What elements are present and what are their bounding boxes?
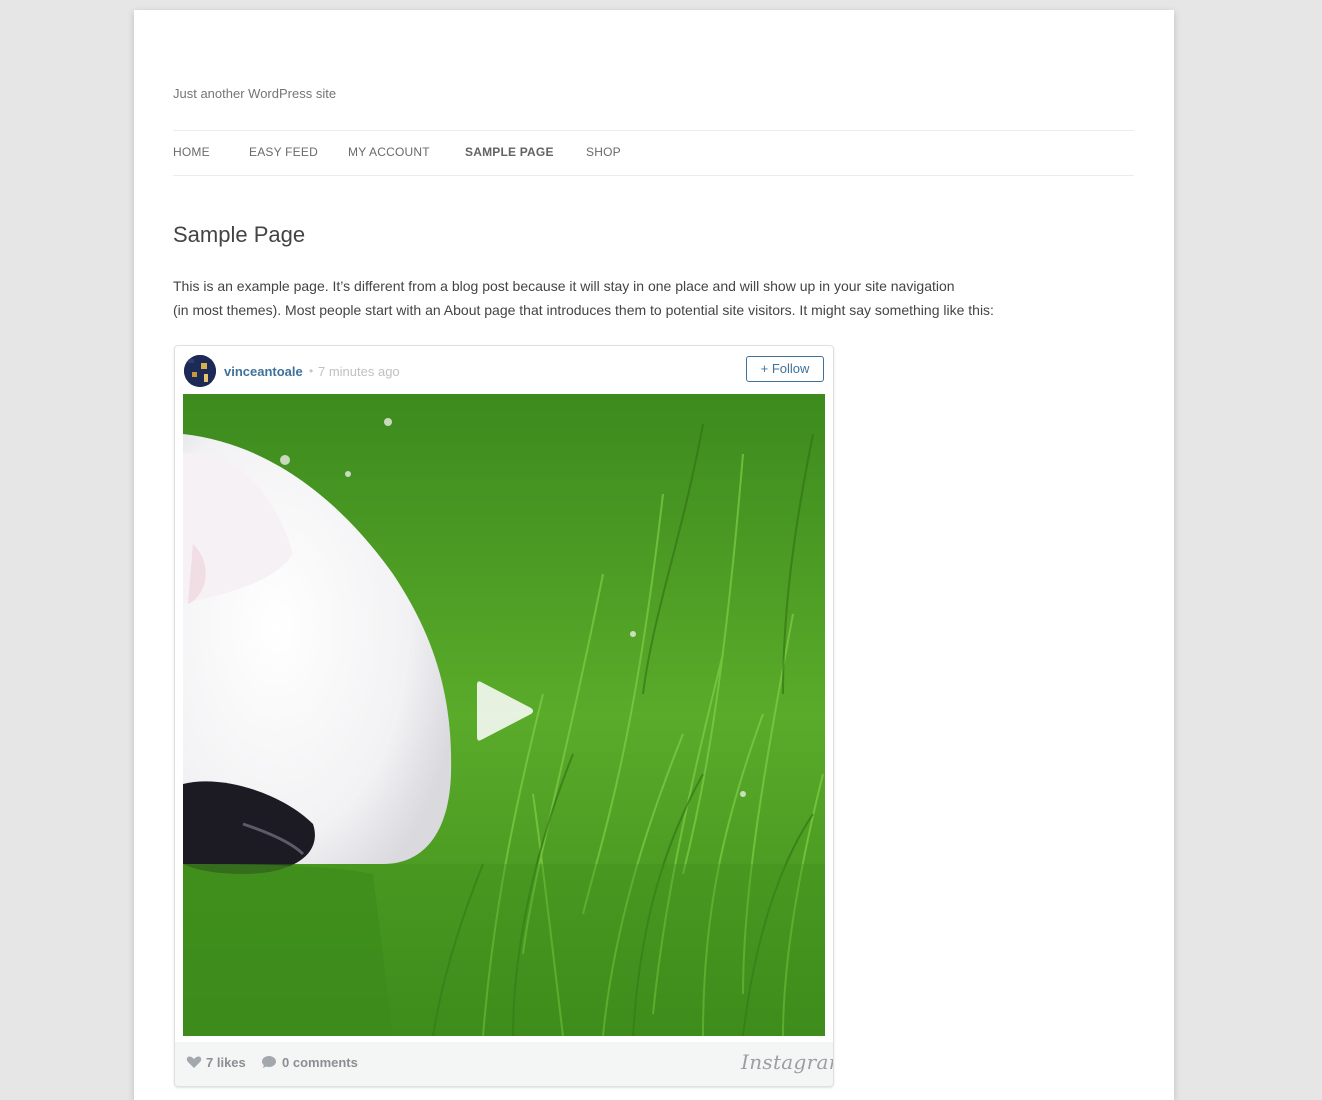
instagram-embed: vinceantoale • 7 minutes ago + Follow 7 … — [174, 345, 834, 1087]
likes-count[interactable]: 7 likes — [206, 1055, 246, 1070]
entry-content: This is an example page. It’s different … — [173, 274, 1093, 322]
comments-count[interactable]: 0 comments — [282, 1055, 358, 1070]
nav-item-my-account[interactable]: My Account — [348, 145, 430, 159]
nav-item-home[interactable]: Home — [173, 145, 210, 159]
avatar-image — [184, 355, 216, 387]
follow-button[interactable]: + Follow — [746, 356, 824, 382]
instagram-header: vinceantoale • 7 minutes ago + Follow — [175, 346, 833, 394]
page-title: Sample Page — [173, 222, 306, 247]
instagram-logo[interactable]: Instagram — [741, 1050, 833, 1074]
entry-paragraph-line-2: (in most themes). Most people start with… — [173, 302, 994, 318]
video-thumbnail[interactable] — [183, 394, 825, 1036]
entry-paragraph-line-1: This is an example page. It’s different … — [173, 278, 955, 294]
nav-item-sample-page[interactable]: Sample Page — [465, 145, 554, 159]
nav-item-shop[interactable]: Shop — [586, 145, 621, 159]
instagram-footer: 7 likes 0 comments Instagram — [175, 1042, 833, 1086]
comment-icon — [262, 1056, 276, 1068]
nav-item-easy-feed[interactable]: Easy Feed — [249, 145, 318, 159]
separator-dot: • — [309, 364, 314, 378]
play-icon[interactable] — [469, 676, 539, 746]
avatar[interactable] — [184, 355, 216, 387]
instagram-username[interactable]: vinceantoale — [224, 364, 303, 379]
post-timestamp[interactable]: 7 minutes ago — [318, 364, 400, 379]
main-navigation: Home Easy Feed My Account Sample Page Sh… — [173, 130, 1134, 176]
site-tagline: Just another WordPress site — [173, 86, 337, 101]
page-container: Just another WordPress site Home Easy Fe… — [134, 10, 1174, 1100]
heart-icon — [186, 1056, 202, 1068]
